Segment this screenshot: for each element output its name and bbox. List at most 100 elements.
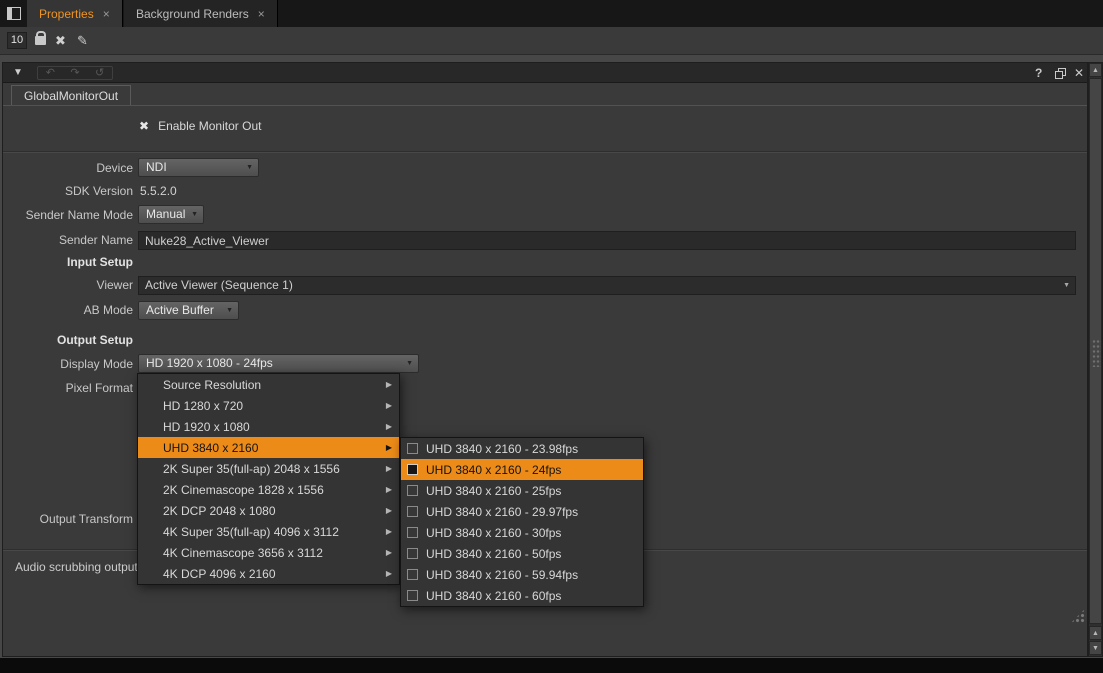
submenu-arrow-icon: ▶ bbox=[386, 443, 392, 452]
menu-item-hd-1280x720[interactable]: HD 1280 x 720 ▶ bbox=[138, 395, 399, 416]
menu-item-4k-cinemascope[interactable]: 4K Cinemascope 3656 x 3112 ▶ bbox=[138, 542, 399, 563]
ab-mode-dropdown[interactable]: Active Buffer ▼ bbox=[138, 301, 239, 320]
undo-icon[interactable]: ↶ bbox=[46, 67, 55, 79]
sender-name-mode-value: Manual bbox=[146, 207, 185, 221]
group-divider bbox=[3, 151, 1087, 153]
properties-toolbar: 10 ✖ ✎ bbox=[0, 27, 1103, 55]
sender-name-mode-label: Sender Name Mode bbox=[3, 205, 133, 225]
lock-icon[interactable] bbox=[35, 36, 46, 45]
menu-item-2k-dcp[interactable]: 2K DCP 2048 x 1080 ▶ bbox=[138, 500, 399, 521]
device-label: Device bbox=[3, 158, 133, 178]
viewer-value: Active Viewer (Sequence 1) bbox=[145, 278, 293, 292]
sdk-version-label: SDK Version bbox=[3, 181, 133, 201]
checkbox-checked-icon bbox=[407, 464, 418, 475]
uhd-framerate-submenu: UHD 3840 x 2160 - 23.98fps UHD 3840 x 21… bbox=[400, 437, 644, 607]
submenu-item-29-97fps[interactable]: UHD 3840 x 2160 - 29.97fps bbox=[401, 501, 643, 522]
scrollbar-grip bbox=[1092, 339, 1101, 367]
sender-name-mode-dropdown[interactable]: Manual ▼ bbox=[138, 205, 204, 224]
submenu-arrow-icon: ▶ bbox=[386, 380, 392, 389]
display-mode-menu: Source Resolution ▶ HD 1280 x 720 ▶ HD 1… bbox=[137, 373, 400, 585]
chevron-down-icon: ▼ bbox=[1063, 282, 1070, 290]
close-all-panels-icon[interactable]: ✖ bbox=[55, 32, 66, 49]
sdk-version-value: 5.5.2.0 bbox=[140, 181, 177, 201]
enable-monitor-out-checkbox[interactable]: ✖ Enable Monitor Out bbox=[139, 116, 261, 136]
scrollbar-thumb[interactable] bbox=[1089, 78, 1102, 624]
submenu-item-60fps[interactable]: UHD 3840 x 2160 - 60fps bbox=[401, 585, 643, 606]
viewer-label: Viewer bbox=[3, 275, 133, 295]
scroll-step-down-button[interactable]: ▼ bbox=[1089, 641, 1102, 655]
ab-mode-value: Active Buffer bbox=[146, 303, 214, 317]
application-window: Properties × Background Renders × 10 ✖ ✎… bbox=[0, 0, 1103, 673]
submenu-item-30fps[interactable]: UHD 3840 x 2160 - 30fps bbox=[401, 522, 643, 543]
ab-mode-label: AB Mode bbox=[3, 300, 133, 320]
tab-properties[interactable]: Properties × bbox=[27, 0, 123, 27]
pane-layout-icon[interactable] bbox=[7, 7, 21, 20]
menu-item-2k-cinemascope[interactable]: 2K Cinemascope 1828 x 1556 ▶ bbox=[138, 479, 399, 500]
submenu-item-50fps[interactable]: UHD 3840 x 2160 - 50fps bbox=[401, 543, 643, 564]
display-mode-label: Display Mode bbox=[3, 354, 133, 374]
chevron-down-icon: ▼ bbox=[226, 307, 233, 315]
submenu-arrow-icon: ▶ bbox=[386, 506, 392, 515]
pixel-format-label: Pixel Format bbox=[3, 378, 133, 398]
tab-baseline bbox=[3, 105, 1087, 106]
menu-item-source-resolution[interactable]: Source Resolution ▶ bbox=[138, 374, 399, 395]
viewer-dropdown[interactable]: Active Viewer (Sequence 1) ▼ bbox=[138, 276, 1076, 295]
disclosure-triangle-icon[interactable]: ▼ bbox=[13, 63, 23, 83]
submenu-arrow-icon: ▶ bbox=[386, 401, 392, 410]
checkbox-icon bbox=[407, 590, 418, 601]
display-mode-dropdown[interactable]: HD 1920 x 1080 - 24fps ▼ bbox=[138, 354, 419, 373]
submenu-item-25fps[interactable]: UHD 3840 x 2160 - 25fps bbox=[401, 480, 643, 501]
enable-monitor-out-label: Enable Monitor Out bbox=[158, 119, 261, 133]
max-panels-input[interactable]: 10 bbox=[7, 32, 27, 49]
checkbox-icon bbox=[407, 548, 418, 559]
checkbox-icon bbox=[407, 443, 418, 454]
menu-item-hd-1920x1080[interactable]: HD 1920 x 1080 ▶ bbox=[138, 416, 399, 437]
history-icon[interactable]: ↺ bbox=[95, 67, 104, 79]
scroll-step-up-button[interactable]: ▲ bbox=[1089, 626, 1102, 640]
tab-properties-label: Properties bbox=[39, 7, 94, 21]
close-panel-icon[interactable]: ✕ bbox=[1074, 63, 1084, 83]
checkbox-icon bbox=[407, 485, 418, 496]
menu-item-4k-dcp[interactable]: 4K DCP 4096 x 2160 ▶ bbox=[138, 563, 399, 584]
sender-name-input[interactable] bbox=[138, 231, 1076, 250]
submenu-item-23-98fps[interactable]: UHD 3840 x 2160 - 23.98fps bbox=[401, 438, 643, 459]
submenu-arrow-icon: ▶ bbox=[386, 464, 392, 473]
sender-name-label: Sender Name bbox=[3, 230, 133, 250]
checkbox-icon bbox=[407, 506, 418, 517]
pencil-icon[interactable]: ✎ bbox=[77, 32, 88, 49]
device-value: NDI bbox=[146, 160, 167, 174]
submenu-arrow-icon: ▶ bbox=[386, 485, 392, 494]
output-transform-label: Output Transform bbox=[3, 509, 133, 529]
checkbox-icon bbox=[407, 569, 418, 580]
vertical-scrollbar[interactable]: ▲ ▲ ▼ bbox=[1088, 62, 1103, 657]
tab-background-renders-label: Background Renders bbox=[136, 7, 249, 21]
checkbox-checked-icon: ✖ bbox=[139, 119, 149, 133]
tab-close-icon[interactable]: × bbox=[258, 8, 265, 20]
history-buttons: ↶ ↷ ↺ bbox=[37, 66, 113, 80]
submenu-arrow-icon: ▶ bbox=[386, 527, 392, 536]
display-mode-value: HD 1920 x 1080 - 24fps bbox=[146, 356, 273, 370]
input-setup-header: Input Setup bbox=[3, 252, 133, 272]
help-icon[interactable]: ? bbox=[1035, 63, 1042, 83]
scroll-up-button[interactable]: ▲ bbox=[1089, 63, 1102, 77]
device-dropdown[interactable]: NDI ▼ bbox=[138, 158, 259, 177]
redo-icon[interactable]: ↷ bbox=[70, 67, 79, 79]
tab-close-icon[interactable]: × bbox=[103, 8, 110, 20]
submenu-arrow-icon: ▶ bbox=[386, 569, 392, 578]
pane-tab-bar: Properties × Background Renders × bbox=[0, 0, 1103, 27]
menu-item-2k-super35[interactable]: 2K Super 35(full-ap) 2048 x 1556 ▶ bbox=[138, 458, 399, 479]
output-setup-header: Output Setup bbox=[3, 330, 133, 350]
panel-header: ▼ ↶ ↷ ↺ ? ✕ bbox=[3, 63, 1087, 83]
chevron-down-icon: ▼ bbox=[406, 360, 413, 368]
submenu-arrow-icon: ▶ bbox=[386, 548, 392, 557]
menu-item-uhd-3840x2160[interactable]: UHD 3840 x 2160 ▶ bbox=[138, 437, 399, 458]
float-window-icon[interactable] bbox=[1055, 68, 1066, 79]
menu-item-4k-super35[interactable]: 4K Super 35(full-ap) 4096 x 3112 ▶ bbox=[138, 521, 399, 542]
chevron-down-icon: ▼ bbox=[191, 211, 198, 219]
node-tab-globalmonitorout[interactable]: GlobalMonitorOut bbox=[11, 85, 131, 106]
submenu-item-59-94fps[interactable]: UHD 3840 x 2160 - 59.94fps bbox=[401, 564, 643, 585]
chevron-down-icon: ▼ bbox=[246, 164, 253, 172]
checkbox-icon bbox=[407, 527, 418, 538]
tab-background-renders[interactable]: Background Renders × bbox=[124, 0, 278, 27]
submenu-item-24fps[interactable]: UHD 3840 x 2160 - 24fps bbox=[401, 459, 643, 480]
